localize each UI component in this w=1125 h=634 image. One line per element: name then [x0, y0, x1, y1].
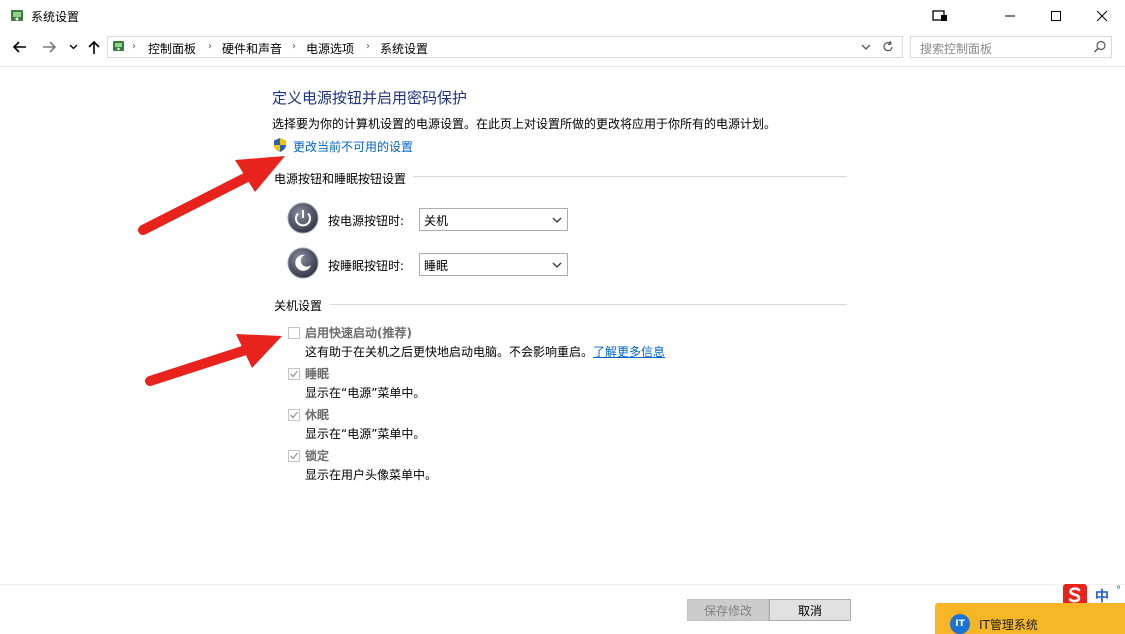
system-settings-icon [9, 7, 26, 24]
sleep-button-icon [287, 247, 319, 282]
search-placeholder: 搜索控制面板 [920, 42, 993, 56]
save-changes-button[interactable]: 保存修改 [687, 599, 769, 621]
breadcrumb-hardware-sound[interactable]: 硬件和声音 [222, 40, 282, 57]
chevron-down-icon [552, 213, 562, 230]
chevron-down-icon [552, 258, 562, 275]
fast-startup-description-text: 这有助于在关机之后更快地启动电脑。不会影响重启。 [305, 345, 594, 359]
recent-locations-chevron-icon[interactable] [66, 37, 80, 57]
breadcrumb-control-panel[interactable]: 控制面板 [148, 40, 196, 57]
minimize-button[interactable] [987, 0, 1033, 31]
up-arrow-icon[interactable] [85, 37, 103, 57]
lock-checkbox[interactable] [288, 450, 300, 462]
checkmark-icon [290, 452, 299, 460]
learn-more-link[interactable]: 了解更多信息 [593, 345, 665, 359]
power-button-action-value: 关机 [424, 214, 449, 228]
maximize-button[interactable] [1033, 0, 1079, 31]
annotation-arrow-icon [145, 334, 282, 386]
sleep-button-action-value: 睡眠 [424, 259, 449, 273]
page-description: 选择要为你的计算机设置的电源设置。在此页上对设置所做的更改将应用于你所有的电源计… [272, 117, 777, 131]
address-dropdown-chevron-icon[interactable] [860, 40, 872, 57]
fast-startup-label: 启用快速启动(推荐) [305, 326, 412, 340]
power-button-action-select[interactable]: 关机 [419, 208, 568, 231]
breadcrumb-separator-icon: › [292, 41, 296, 52]
control-panel-icon [111, 39, 127, 55]
it-badge-label: IT管理系统 [979, 618, 1038, 632]
checkmark-icon [290, 370, 299, 378]
window-title: 系统设置 [31, 10, 80, 24]
section-divider [413, 176, 847, 177]
back-arrow-icon[interactable] [10, 37, 30, 57]
it-management-badge[interactable]: IT IT管理系统 [935, 603, 1125, 634]
checkmark-icon [290, 411, 299, 419]
section-divider [330, 304, 847, 305]
sleep-button-label: 按睡眠按钮时: [328, 259, 405, 273]
hibernate-checkbox[interactable] [288, 409, 300, 421]
snap-icon[interactable] [917, 0, 963, 31]
search-input[interactable]: 搜索控制面板 [910, 36, 1112, 58]
page-title: 定义电源按钮并启用密码保护 [272, 89, 468, 107]
hibernate-description: 显示在“电源”菜单中。 [305, 427, 426, 441]
lock-description: 显示在用户头像菜单中。 [305, 468, 438, 482]
lock-label: 锁定 [305, 449, 330, 463]
breadcrumb-separator-icon: › [132, 41, 136, 52]
sleep-description: 显示在“电源”菜单中。 [305, 386, 426, 400]
footer-divider [0, 584, 1125, 585]
breadcrumb-power-options[interactable]: 电源选项 [306, 40, 354, 57]
sleep-label: 睡眠 [305, 367, 330, 381]
change-unavailable-settings-link[interactable]: 更改当前不可用的设置 [293, 138, 413, 155]
breadcrumb-separator-icon: › [208, 41, 212, 52]
forward-arrow-icon[interactable] [39, 37, 59, 57]
refresh-icon[interactable] [881, 40, 895, 57]
sleep-button-action-select[interactable]: 睡眠 [419, 253, 568, 276]
annotation-arrow-icon [138, 156, 285, 235]
address-bar[interactable]: › 控制面板 › 硬件和声音 › 电源选项 › 系统设置 [107, 36, 903, 58]
breadcrumb-separator-icon: › [366, 41, 370, 52]
hibernate-label: 休眠 [305, 408, 330, 422]
fast-startup-description: 这有助于在关机之后更快地启动电脑。不会影响重启。了解更多信息 [305, 343, 665, 360]
breadcrumb-system-settings[interactable]: 系统设置 [380, 40, 428, 57]
it-logo-icon: IT [950, 614, 970, 634]
ime-dot-icon: ° [1116, 585, 1121, 596]
search-icon[interactable] [1093, 40, 1107, 57]
close-button[interactable] [1079, 0, 1125, 31]
power-button-label: 按电源按钮时: [328, 214, 405, 228]
cancel-button[interactable]: 取消 [769, 599, 851, 621]
shutdown-section-title: 关机设置 [274, 299, 323, 313]
nav-divider [0, 66, 1125, 67]
